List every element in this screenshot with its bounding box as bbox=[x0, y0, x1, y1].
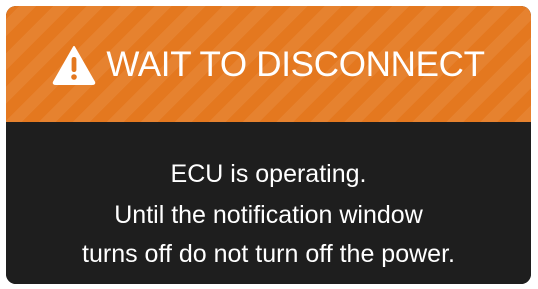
dialog-body: ECU is operating. Until the notification… bbox=[6, 122, 531, 284]
dialog-header: WAIT TO DISCONNECT bbox=[6, 6, 531, 122]
message-line-2: Until the notification window bbox=[114, 201, 423, 229]
message-line-1: ECU is operating. bbox=[170, 160, 367, 188]
disconnect-warning-dialog: WAIT TO DISCONNECT ECU is operating. Unt… bbox=[6, 6, 531, 284]
header-title-group: WAIT TO DISCONNECT bbox=[52, 45, 485, 85]
dialog-title: WAIT TO DISCONNECT bbox=[106, 45, 485, 84]
message-line-3: turns off do not turn off the power. bbox=[82, 240, 455, 268]
warning-triangle-icon bbox=[53, 46, 96, 85]
